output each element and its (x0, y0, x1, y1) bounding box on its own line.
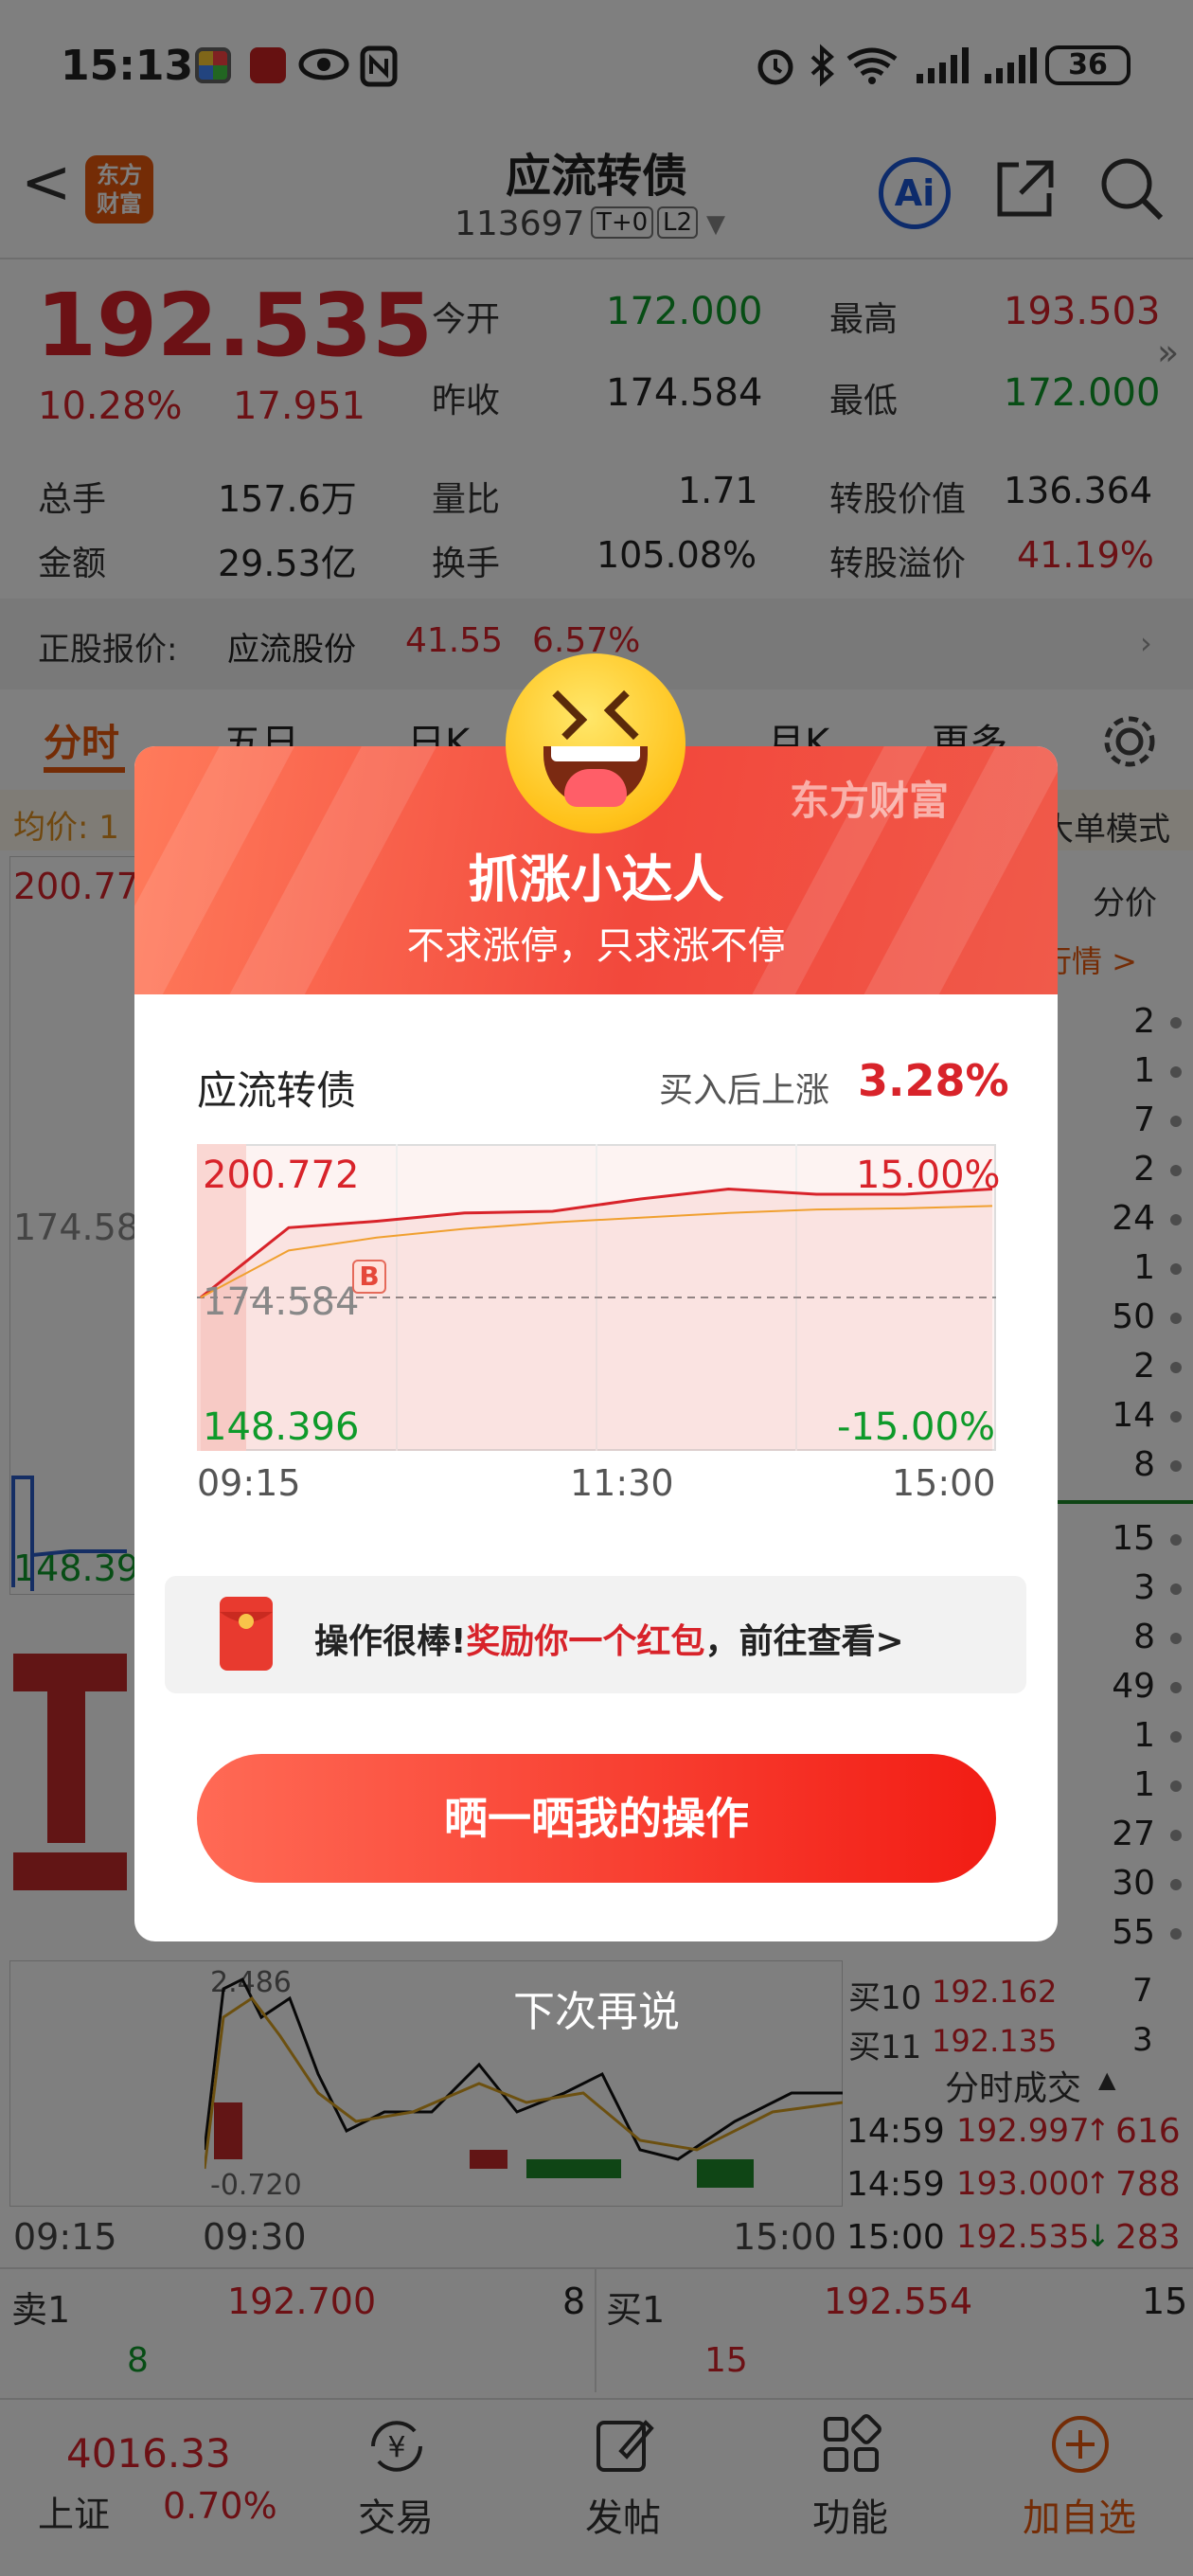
reward-prefix: 操作很棒! (314, 1622, 467, 1661)
brand-watermark: 东方财富 (790, 778, 950, 824)
buy-marker: B (352, 1260, 386, 1294)
reward-suffix: ，前往查看> (704, 1622, 904, 1661)
pct-min-label: -15.00% (837, 1405, 995, 1449)
x-mid-label: 11:30 (570, 1462, 674, 1504)
modal-subtitle: 不求涨停，只求涨不停 (406, 924, 786, 968)
reward-highlight: 奖励你一个红包 (466, 1622, 705, 1661)
gain-label: 买入后上涨 (659, 1071, 830, 1110)
dismiss-button[interactable]: 下次再说 (0, 1977, 1193, 2038)
modal-title: 抓涨小达人 (468, 850, 724, 909)
pct-max-label: 15.00% (856, 1154, 1001, 1197)
x-end-label: 15:00 (892, 1462, 996, 1504)
laughing-emoji-icon (506, 653, 686, 833)
share-operation-button[interactable]: 晒一晒我的操作 (197, 1754, 996, 1883)
red-envelope-icon (220, 1597, 273, 1671)
gain-value: 3.28% (858, 1055, 1009, 1106)
y-mid-label: 174.584 (203, 1280, 360, 1324)
y-min-label: 148.396 (203, 1405, 360, 1449)
achievement-modal: 东方财富 抓涨小达人 不求涨停，只求涨不停 应流转债 买入后上涨 3.28% 2… (134, 746, 1058, 1941)
stock-detail-page: { "status_bar": {"time": "15:13", "batte… (0, 0, 1193, 2576)
y-max-label: 200.772 (203, 1154, 360, 1197)
bond-name: 应流转债 (197, 1067, 357, 1114)
reward-text[interactable]: 操作很棒!奖励你一个红包，前往查看> (314, 1614, 904, 1663)
x-start-label: 09:15 (197, 1462, 301, 1504)
